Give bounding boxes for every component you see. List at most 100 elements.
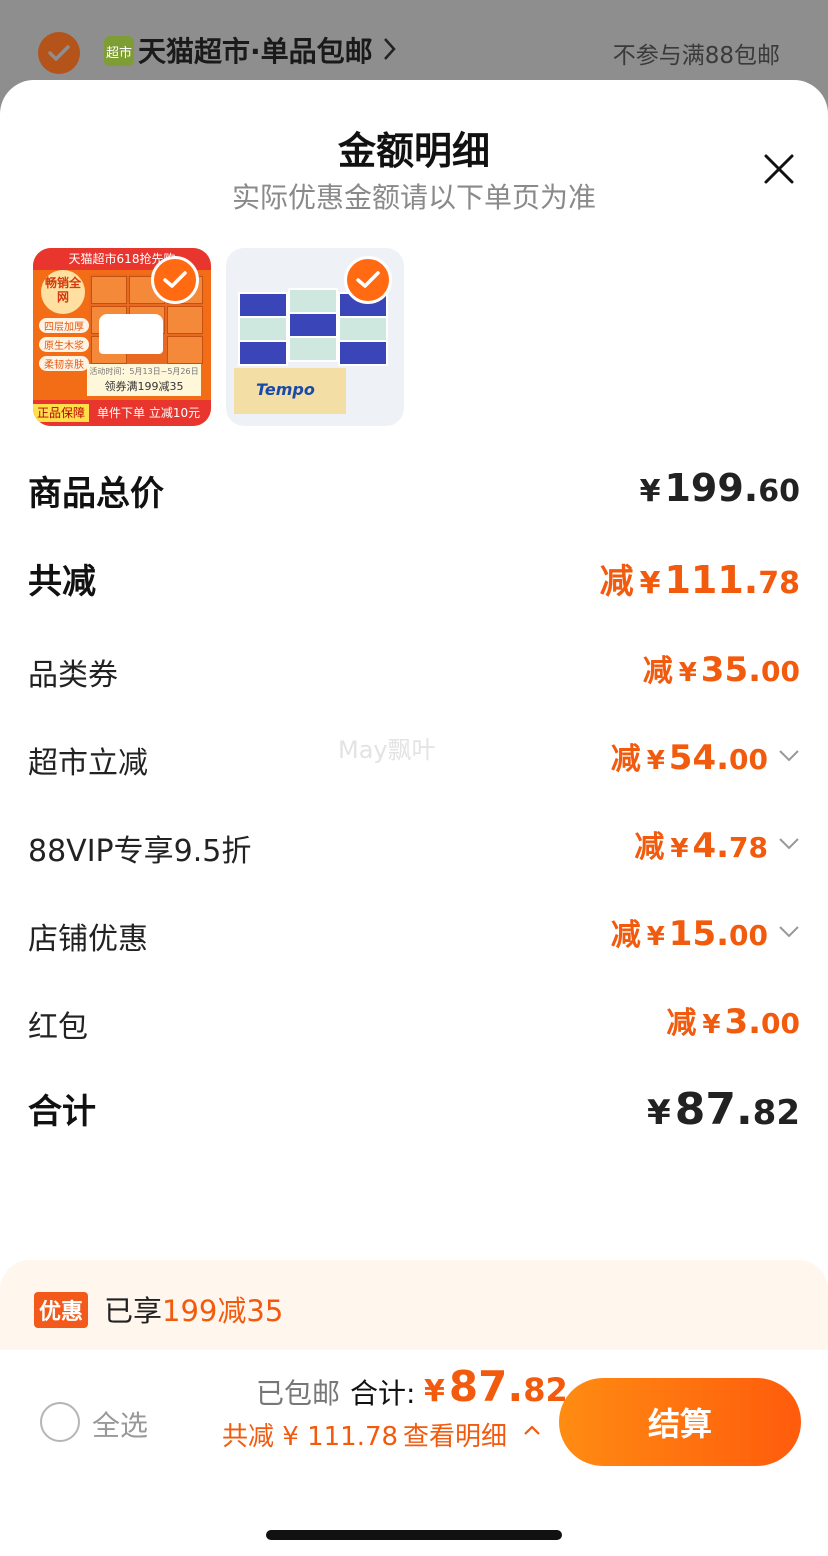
store-name[interactable]: 天猫超市·单品包邮 [138,30,373,70]
amount-integer: 15. [668,914,730,954]
checkout-bar: 全选 已包邮 合计: ¥ 87. 82 共减 ¥ 111.78 查看明细 结算 [0,1350,828,1556]
currency-symbol: ¥ [646,746,665,776]
store-shipping-note: 不参与满88包邮 [612,43,780,69]
reduce-prefix: 减 [610,918,641,953]
selected-check-icon[interactable] [344,256,392,304]
tissue-image [99,314,163,354]
select-all-label[interactable]: 全选 [92,1404,148,1444]
currency-symbol: ¥ [646,922,665,952]
supermarket-discount-value: 减 ¥ 54. 00 [611,734,800,778]
vip-discount-value: 减 ¥ 4. 78 [634,822,800,866]
product-footer: 正品保障 单件下单 立减10元 [33,400,211,426]
reduce-prefix: 减 [634,830,665,865]
grand-total-value: ¥ 87. 82 [647,1084,800,1135]
promo-badge: 优惠 [34,1292,89,1328]
authentic-badge: 正品保障 [33,404,90,422]
chevron-down-icon[interactable] [778,749,800,763]
feature-tag: 原生木浆 [39,337,89,352]
amount-integer: 87. [448,1362,524,1411]
product-thumbnail[interactable]: 天猫超市618抢先购 畅销全网 四层加厚 原生木浆 柔韧亲肤 活动时间：5月13… [33,248,211,426]
reduce-prefix: 减 [666,1006,697,1041]
category-coupon-row: 品类券 减 ¥ 35. 00 [28,640,800,700]
total-reduction-value: 减 ¥ 111. 78 [600,554,800,603]
view-details-link[interactable]: 查看明细 [403,1416,507,1453]
currency-symbol: ¥ [647,1093,671,1133]
saved-amount: 共减 ¥ 111.78 [222,1422,399,1452]
reduce-prefix: 减 [642,654,673,689]
chevron-down-icon[interactable] [778,925,800,939]
shop-discount-value: 减 ¥ 15. 00 [611,910,800,954]
currency-symbol: ¥ [424,1374,445,1409]
amount-decimal: 82 [752,1093,800,1133]
amount-integer: 54. [668,738,730,778]
subtotal-label: 商品总价 [28,474,164,514]
category-coupon-label: 品类券 [28,658,118,693]
selected-check-icon[interactable] [151,256,199,304]
sheet-subtitle: 实际优惠金额请以下单页为准 [231,181,596,214]
red-packet-label: 红包 [28,1010,88,1045]
amount-integer: 35. [700,650,762,690]
promo-prefix: 已享 [104,1294,163,1328]
watermark: May飘叶 [338,736,436,764]
reduce-prefix: 减 [610,742,641,777]
product-thumbnail[interactable]: Tempo [226,248,404,426]
amount-decimal: 00 [729,919,768,952]
total-reduction-label: 共减 [28,562,96,602]
store-checkbox-checked-icon[interactable] [38,32,80,74]
promo-highlight: 199减35 [162,1294,284,1328]
amount-details-sheet: 金额明细 实际优惠金额请以下单页为准 天猫超市618抢先购 畅销全网 四层加厚 … [0,80,828,1556]
vip-discount-label: 88VIP专享9.5折 [28,834,252,869]
sheet-title: 金额明细 [337,129,490,173]
currency-symbol: ¥ [639,566,661,601]
grand-total-row: 合计 ¥ 87. 82 [28,1078,800,1138]
promo-date: 活动时间：5月13日~5月26日 [89,367,199,376]
currency-symbol: ¥ [678,658,697,688]
subtotal-row: 商品总价 ¥ 199. 60 [28,460,800,520]
shop-discount-row[interactable]: 店铺优惠 减 ¥ 15. 00 [28,904,800,964]
feature-tag: 柔韧亲肤 [39,356,89,371]
currency-symbol: ¥ [670,834,689,864]
supermarket-discount-label: 超市立减 [28,746,148,781]
store-logo: 超市 [104,36,134,66]
red-packet-row: 红包 减 ¥ 3. 00 [28,992,800,1052]
amount-decimal: 60 [758,474,800,509]
amount-decimal: 78 [729,831,768,864]
vip-discount-row[interactable]: 88VIP专享9.5折 减 ¥ 4. 78 [28,816,800,876]
amount-integer: 3. [724,1002,762,1042]
category-coupon-value: 减 ¥ 35. 00 [643,646,800,690]
feature-tag: 四层加厚 [39,318,89,333]
amount-decimal: 82 [523,1371,568,1409]
amount-integer: 111. [664,558,759,602]
hot-badge: 畅销全网 [41,270,85,314]
amount-decimal: 00 [729,743,768,776]
chevron-down-icon[interactable] [778,837,800,851]
total-reduction-row: 共减 减 ¥ 111. 78 [28,548,800,608]
select-all-radio[interactable] [40,1402,80,1442]
grand-total-label: 合计 [28,1092,96,1132]
red-packet-value: 减 ¥ 3. 00 [666,998,800,1042]
amount-decimal: 78 [758,566,800,601]
reduce-prefix: 减 [599,562,634,602]
amount-integer: 4. [692,826,730,866]
currency-symbol: ¥ [702,1010,721,1040]
promo-text: 已享199减35 [104,1288,283,1330]
chevron-up-icon[interactable] [523,1424,541,1436]
amount-decimal: 00 [761,1007,800,1040]
total-label: 合计: [350,1377,416,1410]
coupon-promo: 活动时间：5月13日~5月26日 领券满199减35 [87,364,201,396]
promo-text: 领券满199减35 [104,380,184,393]
subtotal-value: ¥ 199. 60 [640,466,800,510]
chevron-right-icon[interactable] [383,36,397,62]
total-amount: ¥ 87. 82 [424,1362,568,1411]
single-discount-text: 单件下单 立减10元 [97,406,201,420]
shipping-status: 已包邮 [256,1377,341,1410]
shop-discount-label: 店铺优惠 [28,922,148,957]
home-indicator[interactable] [266,1530,562,1540]
feature-tags: 四层加厚 原生木浆 柔韧亲肤 [39,318,89,375]
promotion-bar: 优惠 已享199减35 [0,1260,828,1360]
close-icon[interactable] [762,152,796,186]
amount-decimal: 00 [761,655,800,688]
checkout-button[interactable]: 结算 [559,1378,801,1466]
amount-integer: 87. [674,1084,753,1135]
currency-symbol: ¥ [639,474,661,509]
